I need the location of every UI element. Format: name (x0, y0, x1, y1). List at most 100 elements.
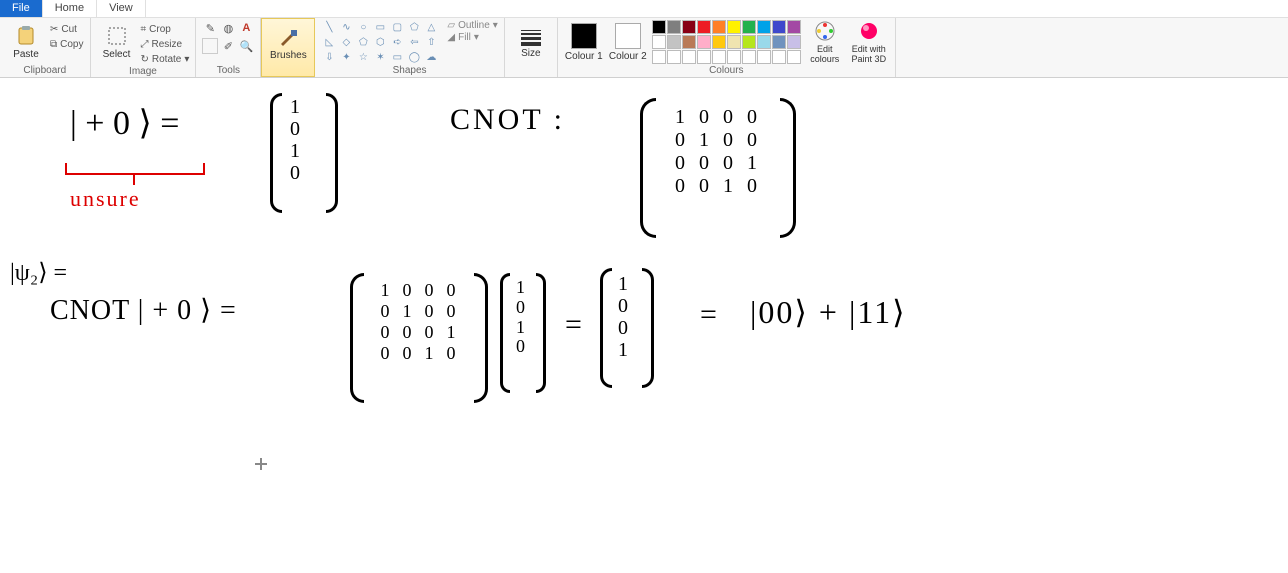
paren-left-vec2 (500, 273, 510, 393)
shape-curve[interactable]: ∿ (338, 20, 354, 34)
palette-swatch[interactable] (697, 50, 711, 64)
paren-right-cnot (780, 98, 796, 238)
palette-swatch[interactable] (757, 20, 771, 34)
palette-swatch[interactable] (652, 50, 666, 64)
palette-swatch[interactable] (742, 35, 756, 49)
shape-line[interactable]: ╲ (321, 20, 337, 34)
group-clipboard: Paste ✂ Cut ⧉ Copy Clipboard (0, 18, 91, 77)
rotate-icon: ↻ (141, 54, 149, 65)
shape-right-tri[interactable]: ◺ (321, 35, 337, 49)
edit-paint3d-label: Edit with Paint 3D (849, 44, 889, 64)
shape-arrow-u[interactable]: ⇧ (423, 35, 439, 49)
shape-5star[interactable]: ☆ (355, 50, 371, 64)
palette-swatch[interactable] (712, 20, 726, 34)
shape-4star[interactable]: ✦ (338, 50, 354, 64)
palette-swatch[interactable] (697, 35, 711, 49)
shape-triangle[interactable]: △ (423, 20, 439, 34)
brushes-button[interactable]: Brushes (268, 21, 308, 65)
tab-file[interactable]: File (0, 0, 43, 17)
shape-fill-button[interactable]: ◢ Fill ▾ (447, 32, 497, 43)
shape-arrow-d[interactable]: ⇩ (321, 50, 337, 64)
shape-diamond[interactable]: ◇ (338, 35, 354, 49)
palette-swatch[interactable] (697, 20, 711, 34)
palette-swatch[interactable] (682, 20, 696, 34)
palette-swatch[interactable] (742, 50, 756, 64)
tab-view[interactable]: View (97, 0, 146, 17)
palette-swatch[interactable] (757, 50, 771, 64)
shape-gallery[interactable]: ╲ ∿ ○ ▭ ▢ ⬠ △ ◺ ◇ ⬠ ⬡ ➪ ⇦ ⇧ ⇩ ✦ ☆ ✶ ▭ ◯ (321, 20, 439, 64)
cut-label: Cut (61, 24, 77, 35)
tool-fill[interactable]: ◍ (220, 20, 236, 36)
crop-button[interactable]: ⌗ Crop (141, 22, 190, 36)
group-label-image: Image (97, 66, 190, 78)
palette-swatch[interactable] (787, 50, 801, 64)
select-button[interactable]: Select (97, 20, 137, 64)
resize-icon: ⤢ (141, 39, 149, 50)
paste-label: Paste (13, 49, 39, 60)
paste-button[interactable]: Paste (6, 20, 46, 64)
cnot-label: CNOT : (450, 103, 565, 137)
shape-outline-button[interactable]: ▱ Outline ▾ (447, 20, 497, 31)
palette-swatch[interactable] (652, 20, 666, 34)
palette-swatch[interactable] (667, 35, 681, 49)
canvas[interactable]: | + 0 ⟩ = 1010 unsure CNOT : 10000100000… (0, 78, 1288, 573)
shape-callout-cloud[interactable]: ☁ (423, 50, 439, 64)
brushes-label: Brushes (270, 50, 307, 61)
palette-swatch[interactable] (772, 20, 786, 34)
shape-polygon[interactable]: ⬠ (406, 20, 422, 34)
palette-swatch[interactable] (727, 20, 741, 34)
copy-button[interactable]: ⧉ Copy (50, 37, 84, 51)
palette-swatch[interactable] (682, 35, 696, 49)
palette-swatch[interactable] (667, 50, 681, 64)
paren-right-vec1 (326, 93, 338, 213)
palette-swatch[interactable] (727, 50, 741, 64)
edit-colours-button[interactable]: Edit colours (805, 20, 845, 64)
psi2-label: |ψ₂⟩ = (10, 258, 67, 287)
palette-swatch[interactable] (757, 35, 771, 49)
tool-pencil[interactable]: ✎ (202, 20, 218, 36)
shape-callout-rect[interactable]: ▭ (389, 50, 405, 64)
group-label-colours: Colours (564, 65, 889, 77)
tab-home[interactable]: Home (43, 0, 97, 17)
size-label: Size (521, 48, 540, 59)
shape-6star[interactable]: ✶ (372, 50, 388, 64)
palette-swatch[interactable] (772, 35, 786, 49)
rotate-button[interactable]: ↻ Rotate ▾ (141, 52, 190, 66)
shape-arrow-r[interactable]: ➪ (389, 35, 405, 49)
resize-button[interactable]: ⤢ Resize (141, 37, 190, 51)
palette-swatch[interactable] (652, 35, 666, 49)
shape-callout-oval[interactable]: ◯ (406, 50, 422, 64)
paint3d-icon (858, 20, 880, 42)
tool-picker[interactable]: ✐ (220, 38, 236, 54)
cut-button[interactable]: ✂ Cut (50, 22, 84, 36)
colour-2-button[interactable]: Colour 2 (608, 20, 648, 64)
chevron-down-icon: ▾ (184, 54, 189, 65)
palette-swatch[interactable] (727, 35, 741, 49)
tool-eraser[interactable] (202, 38, 218, 54)
palette-swatch[interactable] (712, 35, 726, 49)
tool-text[interactable]: A (238, 20, 254, 36)
shape-roundrect[interactable]: ▢ (389, 20, 405, 34)
tool-magnifier[interactable]: 🔍 (238, 38, 254, 54)
palette-swatch[interactable] (787, 20, 801, 34)
palette-swatch[interactable] (712, 50, 726, 64)
edit-colours-icon (814, 20, 836, 42)
shape-hexagon[interactable]: ⬡ (372, 35, 388, 49)
palette-swatch[interactable] (787, 35, 801, 49)
palette-swatch[interactable] (667, 20, 681, 34)
edit-paint3d-button[interactable]: Edit with Paint 3D (849, 20, 889, 64)
shape-rect[interactable]: ▭ (372, 20, 388, 34)
group-shapes: ╲ ∿ ○ ▭ ▢ ⬠ △ ◺ ◇ ⬠ ⬡ ➪ ⇦ ⇧ ⇩ ✦ ☆ ✶ ▭ ◯ (315, 18, 504, 77)
size-button[interactable]: Size (511, 20, 551, 64)
colour-1-button[interactable]: Colour 1 (564, 20, 604, 64)
colour-1-swatch (571, 23, 597, 49)
paren-right-vec3 (642, 268, 654, 388)
shape-arrow-l[interactable]: ⇦ (406, 35, 422, 49)
colour-2-label: Colour 2 (609, 51, 647, 62)
palette-swatch[interactable] (682, 50, 696, 64)
shape-oval[interactable]: ○ (355, 20, 371, 34)
palette-swatch[interactable] (742, 20, 756, 34)
shape-pentagon[interactable]: ⬠ (355, 35, 371, 49)
palette-swatch[interactable] (772, 50, 786, 64)
expr-cnot-plus0: CNOT | + 0 ⟩ = (50, 293, 237, 327)
